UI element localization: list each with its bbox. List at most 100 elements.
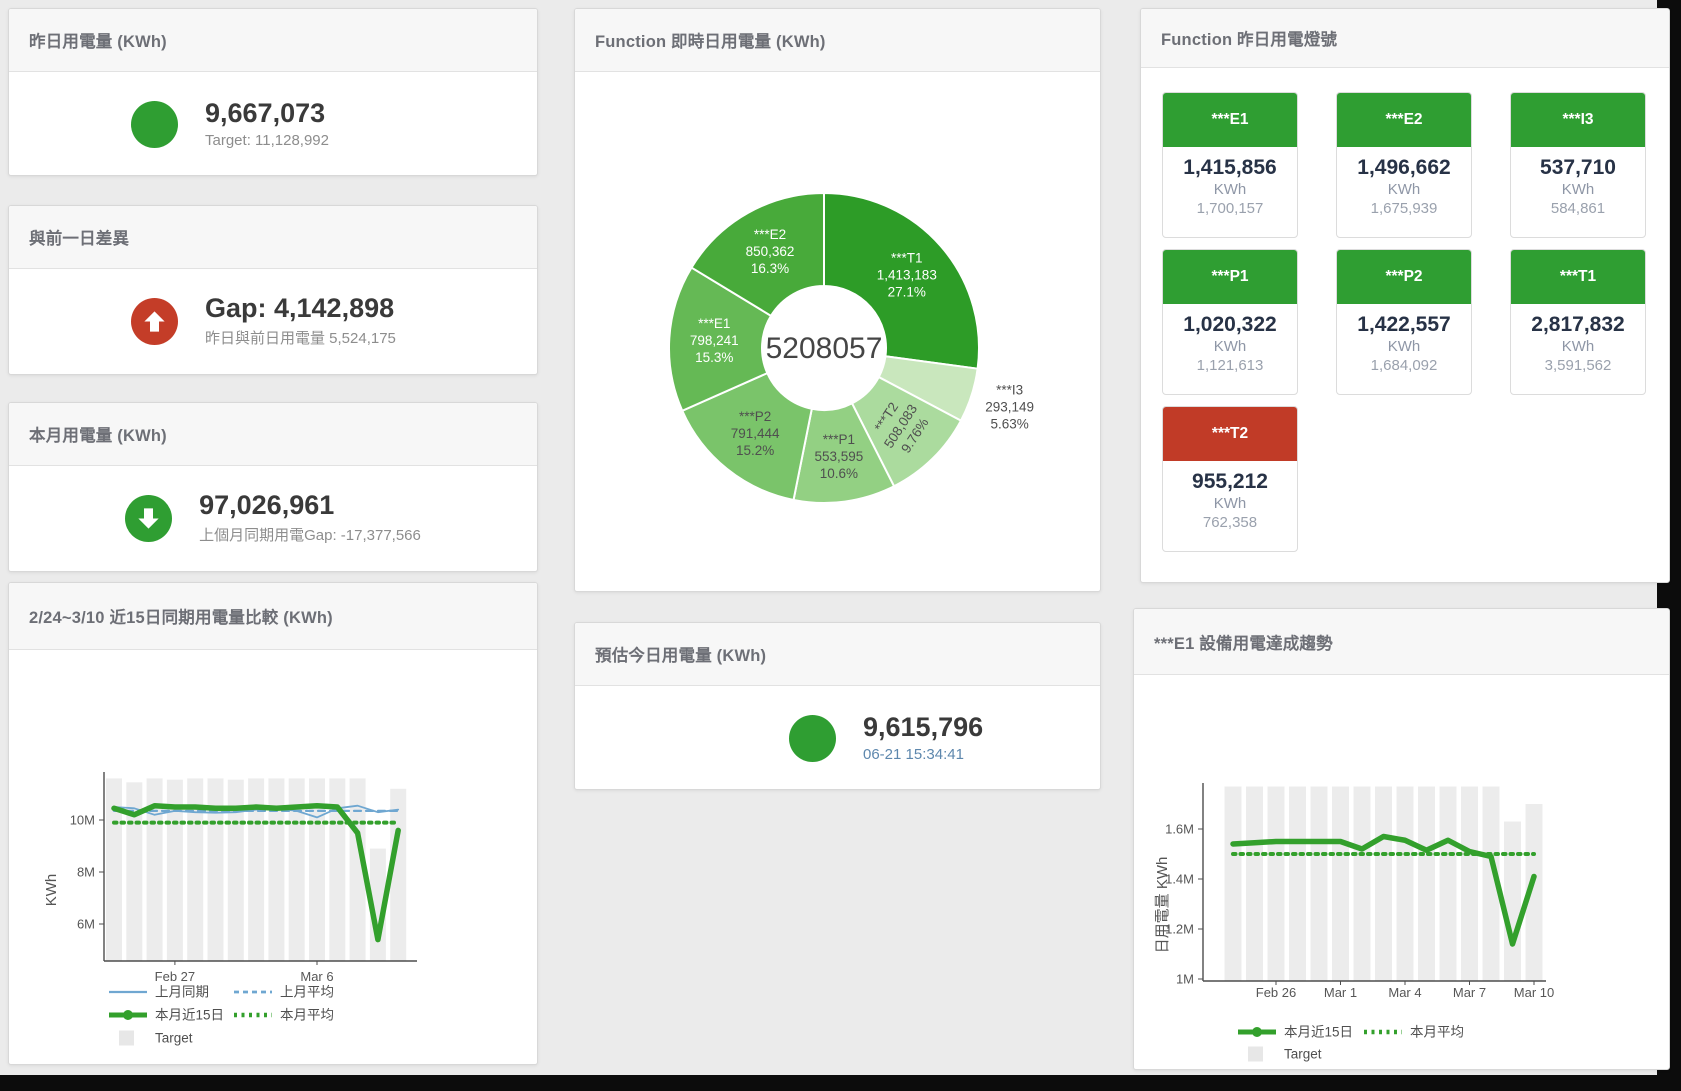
panel-day-gap: 與前一日差異 Gap: 4,142,898 昨日與前日用電量 5,524,175: [8, 205, 538, 375]
svg-text:6M: 6M: [77, 917, 95, 932]
tile-unit: KWh: [1511, 338, 1645, 355]
svg-text:791,444: 791,444: [731, 426, 780, 441]
stat-body: 9,615,796 06-21 15:34:41: [575, 686, 1100, 790]
svg-text:日用電量 KWh: 日用電量 KWh: [1154, 857, 1171, 954]
device-tile-e2[interactable]: ***E2 1,496,662 KWh 1,675,939: [1336, 92, 1472, 238]
legend-item-本月平均[interactable]: 本月平均: [234, 1008, 334, 1023]
svg-text:本月平均: 本月平均: [1410, 1025, 1464, 1040]
arrow-up-circle-icon: [131, 298, 178, 345]
svg-text:10M: 10M: [70, 813, 95, 828]
panel-title: 2/24~3/10 近15日同期用電量比較 (KWh): [29, 604, 333, 628]
stat-subtitle: 上個月同期用電Gap: -17,377,566: [199, 524, 421, 545]
svg-text:1M: 1M: [1176, 972, 1194, 987]
dashboard: 昨日用電量 (KWh) 9,667,073 Target: 11,128,992…: [0, 0, 1681, 1091]
panel-title: ***E1 設備用電達成趨勢: [1154, 630, 1333, 654]
svg-text:***E2: ***E2: [754, 227, 786, 242]
svg-text:1,413,183: 1,413,183: [877, 268, 937, 283]
svg-text:Mar 7: Mar 7: [1453, 985, 1486, 1000]
panel-header[interactable]: 與前一日差異: [9, 206, 537, 269]
tile-device-label: ***E1: [1163, 93, 1297, 147]
tile-unit: KWh: [1337, 181, 1471, 198]
device-tile-t2[interactable]: ***T2 955,212 KWh 762,358: [1162, 406, 1298, 552]
tile-previous-value: 1,700,157: [1163, 200, 1297, 217]
panel-header[interactable]: 預估今日用電量 (KWh): [575, 623, 1100, 686]
legend-item-上月同期[interactable]: 上月同期: [109, 985, 209, 1000]
svg-text:15.3%: 15.3%: [695, 350, 733, 365]
svg-text:***P2: ***P2: [739, 409, 771, 424]
svg-text:293,149: 293,149: [985, 400, 1034, 415]
compare-line-chart[interactable]: 6M8M10MFeb 27Mar 6KWh上月同期上月平均本月近15日本月平均T…: [9, 650, 537, 1065]
tile-value: 1,020,322: [1163, 313, 1297, 337]
legend-item-本月近15日[interactable]: 本月近15日: [109, 1008, 224, 1023]
device-tile-p2[interactable]: ***P2 1,422,557 KWh 1,684,092: [1336, 249, 1472, 395]
panel-title: 與前一日差異: [29, 225, 129, 249]
svg-text:本月近15日: 本月近15日: [1284, 1025, 1353, 1040]
stat-subtitle: Target: 11,128,992: [205, 132, 415, 149]
tile-previous-value: 1,684,092: [1337, 357, 1471, 374]
tile-unit: KWh: [1163, 338, 1297, 355]
tile-previous-value: 762,358: [1163, 514, 1297, 531]
svg-text:***I3: ***I3: [996, 383, 1023, 398]
legend-item-上月平均[interactable]: 上月平均: [234, 985, 334, 1000]
svg-text:5208057: 5208057: [766, 332, 883, 365]
legend-item-Target[interactable]: Target: [119, 1031, 193, 1046]
tile-device-label: ***I3: [1511, 93, 1645, 147]
stat-value: 9,615,796: [863, 713, 1088, 743]
tile-unit: KWh: [1163, 495, 1297, 512]
svg-text:Mar 1: Mar 1: [1324, 985, 1357, 1000]
realtime-usage-donut-chart[interactable]: ***T11,413,18327.1%***I3293,1495.63%***T…: [575, 72, 1100, 592]
stat-value: Gap: 4,142,898: [205, 294, 415, 324]
tile-device-label: ***T2: [1163, 407, 1297, 461]
status-green-circle-icon: [789, 715, 836, 762]
device-tile-t1[interactable]: ***T1 2,817,832 KWh 3,591,562: [1510, 249, 1646, 395]
svg-text:Mar 10: Mar 10: [1514, 985, 1554, 1000]
svg-text:553,595: 553,595: [814, 449, 863, 464]
panel-header[interactable]: Function 昨日用電燈號: [1141, 9, 1669, 68]
tile-device-label: ***P2: [1337, 250, 1471, 304]
panel-realtime-donut: Function 即時日用電量 (KWh) ***T11,413,18327.1…: [574, 8, 1101, 592]
tile-previous-value: 3,591,562: [1511, 357, 1645, 374]
svg-text:850,362: 850,362: [746, 244, 795, 259]
panel-month-usage: 本月用電量 (KWh) 97,026,961 上個月同期用電Gap: -17,3…: [8, 402, 538, 572]
panel-header[interactable]: ***E1 設備用電達成趨勢: [1134, 609, 1669, 675]
svg-text:***E1: ***E1: [698, 316, 730, 331]
device-tile-grid: ***E1 1,415,856 KWh 1,700,157 ***E2 1,49…: [1141, 68, 1669, 552]
tile-previous-value: 1,675,939: [1337, 200, 1471, 217]
panel-title: Function 即時日用電量 (KWh): [595, 28, 826, 52]
panel-compare-chart: 2/24~3/10 近15日同期用電量比較 (KWh) 6M8M10MFeb 2…: [8, 582, 538, 1065]
panel-title: Function 昨日用電燈號: [1161, 26, 1337, 50]
svg-text:Target: Target: [155, 1031, 193, 1046]
stat-value: 9,667,073: [205, 99, 415, 129]
tile-previous-value: 584,861: [1511, 200, 1645, 217]
device-tile-p1[interactable]: ***P1 1,020,322 KWh 1,121,613: [1162, 249, 1298, 395]
tile-device-label: ***E2: [1337, 93, 1471, 147]
panel-title: 昨日用電量 (KWh): [29, 28, 167, 52]
tile-unit: KWh: [1337, 338, 1471, 355]
svg-text:5.63%: 5.63%: [991, 417, 1029, 432]
panel-title: 本月用電量 (KWh): [29, 422, 167, 446]
panel-header[interactable]: 昨日用電量 (KWh): [9, 9, 537, 72]
tile-unit: KWh: [1163, 181, 1297, 198]
svg-text:上月同期: 上月同期: [155, 985, 209, 1000]
panel-header[interactable]: Function 即時日用電量 (KWh): [575, 9, 1100, 72]
stat-body: 9,667,073 Target: 11,128,992: [9, 72, 537, 176]
svg-text:Mar 4: Mar 4: [1388, 985, 1421, 1000]
panel-title: 預估今日用電量 (KWh): [595, 642, 766, 666]
svg-text:本月近15日: 本月近15日: [155, 1008, 224, 1023]
panel-yesterday-usage: 昨日用電量 (KWh) 9,667,073 Target: 11,128,992: [8, 8, 538, 176]
legend-item-本月近15日[interactable]: 本月近15日: [1238, 1025, 1353, 1040]
panel-header[interactable]: 本月用電量 (KWh): [9, 403, 537, 466]
device-tile-e1[interactable]: ***E1 1,415,856 KWh 1,700,157: [1162, 92, 1298, 238]
device-tile-i3[interactable]: ***I3 537,710 KWh 584,861: [1510, 92, 1646, 238]
dashboard-surface: 昨日用電量 (KWh) 9,667,073 Target: 11,128,992…: [0, 0, 1657, 1075]
e1-trend-line-chart[interactable]: 1M1.2M1.4M1.6MFeb 26Mar 1Mar 4Mar 7Mar 1…: [1134, 675, 1669, 1070]
tile-device-label: ***P1: [1163, 250, 1297, 304]
panel-header[interactable]: 2/24~3/10 近15日同期用電量比較 (KWh): [9, 583, 537, 650]
legend-item-本月平均[interactable]: 本月平均: [1364, 1025, 1464, 1040]
svg-text:15.2%: 15.2%: [736, 443, 774, 458]
panel-e1-trend-chart: ***E1 設備用電達成趨勢 1M1.2M1.4M1.6MFeb 26Mar 1…: [1133, 608, 1670, 1070]
svg-text:798,241: 798,241: [690, 333, 739, 348]
legend-item-Target[interactable]: Target: [1248, 1047, 1322, 1062]
svg-text:10.6%: 10.6%: [820, 466, 858, 481]
svg-text:Mar 6: Mar 6: [300, 969, 333, 984]
